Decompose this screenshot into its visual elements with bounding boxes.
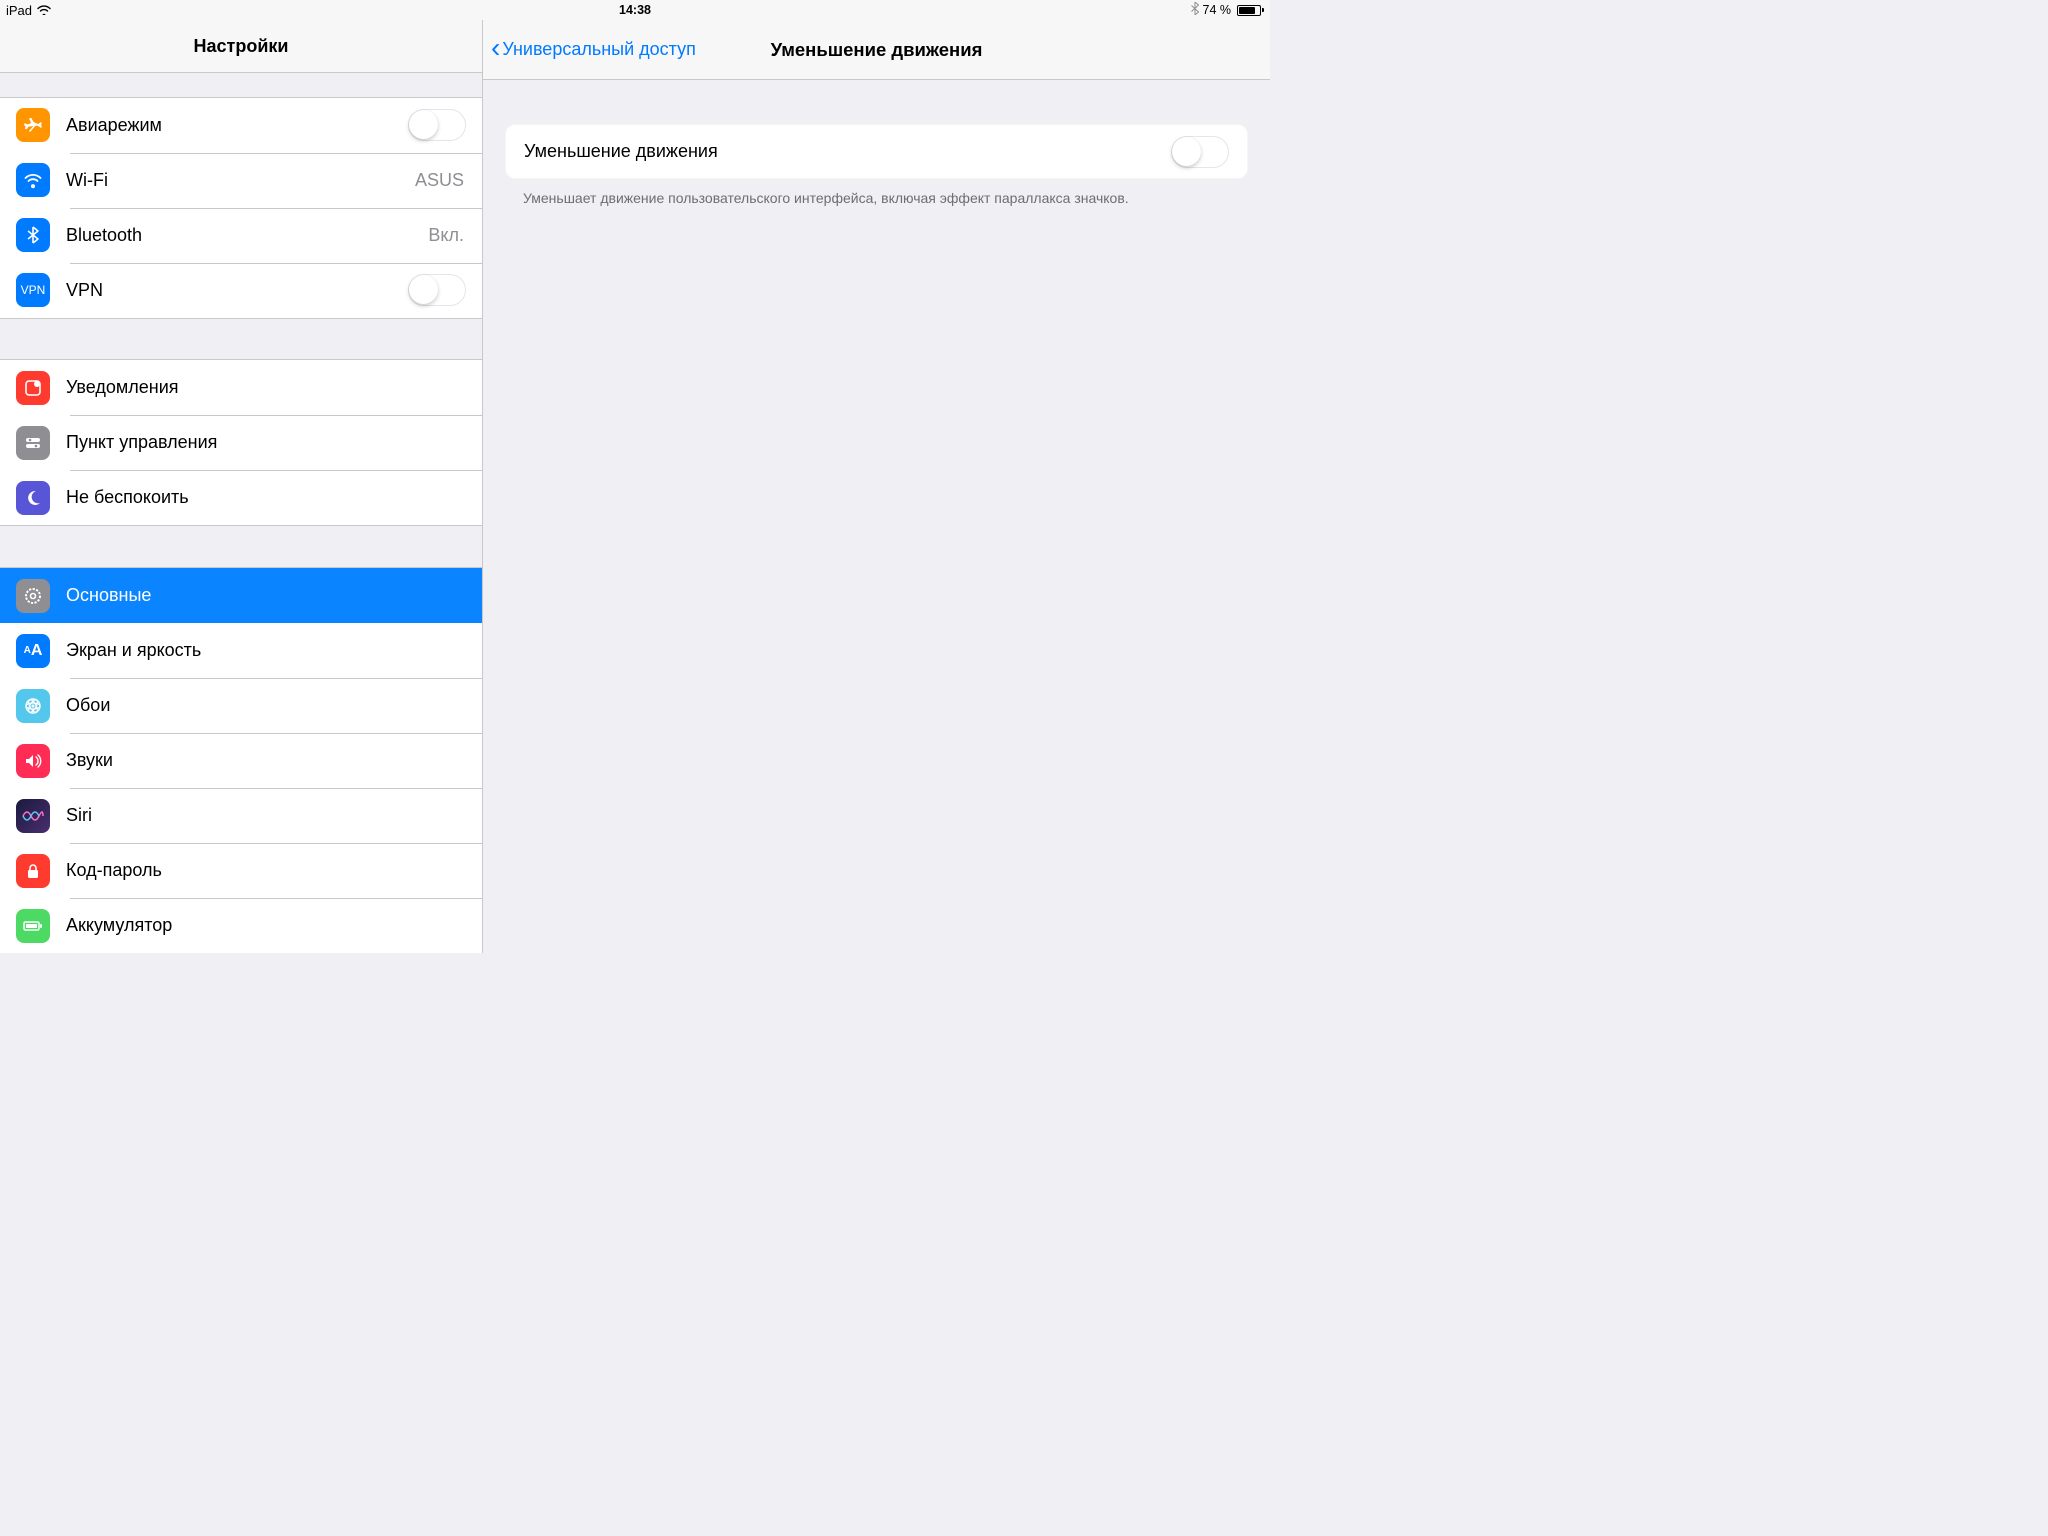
wallpaper-icon: [16, 689, 50, 723]
sidebar-item-notifications[interactable]: Уведомления: [0, 360, 482, 415]
row-label: Уменьшение движения: [524, 141, 1171, 162]
airplane-toggle[interactable]: [408, 109, 466, 141]
sidebar-group-notifications: Уведомления Пункт управления Не беспокои…: [0, 359, 482, 526]
row-label: VPN: [66, 280, 408, 301]
sidebar-item-sounds[interactable]: Звуки: [0, 733, 482, 788]
sidebar-group-general: Основные AA Экран и яркость Обои Звуки: [0, 567, 482, 953]
detail-title: Уменьшение движения: [771, 39, 983, 61]
row-label: Аккумулятор: [66, 915, 466, 936]
control-center-icon: [16, 426, 50, 460]
battery-percent: 74 %: [1203, 3, 1232, 17]
detail-header: ‹ Универсальный доступ Уменьшение движен…: [483, 20, 1270, 80]
sidebar-header: Настройки: [0, 20, 482, 73]
row-label: Основные: [66, 585, 466, 606]
sidebar-item-dnd[interactable]: Не беспокоить: [0, 470, 482, 525]
sidebar-item-battery[interactable]: Аккумулятор: [0, 898, 482, 953]
bluetooth-icon: [1191, 2, 1199, 18]
battery-icon: [16, 909, 50, 943]
sidebar-item-wifi[interactable]: Wi-Fi ASUS: [0, 153, 482, 208]
device-label: iPad: [6, 3, 32, 18]
siri-icon: [16, 799, 50, 833]
sidebar-title: Настройки: [194, 36, 289, 57]
moon-icon: [16, 481, 50, 515]
row-label: Обои: [66, 695, 466, 716]
sidebar-item-general[interactable]: Основные: [0, 568, 482, 623]
wifi-icon: [16, 163, 50, 197]
notifications-icon: [16, 371, 50, 405]
vpn-toggle[interactable]: [408, 274, 466, 306]
status-right: 74 %: [1191, 2, 1265, 18]
row-label: Авиарежим: [66, 115, 408, 136]
back-button[interactable]: ‹ Универсальный доступ: [491, 36, 696, 64]
battery-icon: [1235, 5, 1264, 16]
detail-pane: ‹ Универсальный доступ Уменьшение движен…: [483, 20, 1270, 953]
settings-sidebar: Настройки Авиарежим Wi-Fi ASUS: [0, 20, 483, 953]
row-label: Экран и яркость: [66, 640, 466, 661]
wifi-value: ASUS: [415, 170, 464, 191]
sidebar-item-siri[interactable]: Siri: [0, 788, 482, 843]
row-label: Код-пароль: [66, 860, 466, 881]
row-label: Уведомления: [66, 377, 466, 398]
row-label: Wi-Fi: [66, 170, 415, 191]
row-label: Siri: [66, 805, 466, 826]
bluetooth-icon: [16, 218, 50, 252]
status-time: 14:38: [619, 3, 651, 17]
sidebar-group-network: Авиарежим Wi-Fi ASUS Bluetooth Вкл. VPN …: [0, 97, 482, 319]
display-icon: AA: [16, 634, 50, 668]
row-label: Не беспокоить: [66, 487, 466, 508]
chevron-left-icon: ‹: [491, 34, 500, 62]
status-bar: iPad 14:38 74 %: [0, 0, 1270, 20]
sidebar-item-wallpaper[interactable]: Обои: [0, 678, 482, 733]
lock-icon: [16, 854, 50, 888]
sounds-icon: [16, 744, 50, 778]
status-left: iPad: [6, 3, 51, 18]
detail-footer: Уменьшает движение пользовательского инт…: [505, 179, 1248, 209]
vpn-icon: VPN: [16, 273, 50, 307]
sidebar-item-passcode[interactable]: Код-пароль: [0, 843, 482, 898]
sidebar-item-control-center[interactable]: Пункт управления: [0, 415, 482, 470]
row-label: Звуки: [66, 750, 466, 771]
bluetooth-value: Вкл.: [428, 225, 464, 246]
reduce-motion-row[interactable]: Уменьшение движения: [505, 124, 1248, 179]
back-label: Универсальный доступ: [502, 39, 696, 60]
sidebar-item-vpn[interactable]: VPN VPN: [0, 263, 482, 318]
sidebar-item-bluetooth[interactable]: Bluetooth Вкл.: [0, 208, 482, 263]
row-label: Bluetooth: [66, 225, 428, 246]
wifi-icon: [37, 3, 51, 18]
sidebar-item-airplane[interactable]: Авиарежим: [0, 98, 482, 153]
gear-icon: [16, 579, 50, 613]
sidebar-item-display[interactable]: AA Экран и яркость: [0, 623, 482, 678]
row-label: Пункт управления: [66, 432, 466, 453]
airplane-icon: [16, 108, 50, 142]
detail-body: Уменьшение движения Уменьшает движение п…: [483, 80, 1270, 209]
reduce-motion-toggle[interactable]: [1171, 136, 1229, 168]
